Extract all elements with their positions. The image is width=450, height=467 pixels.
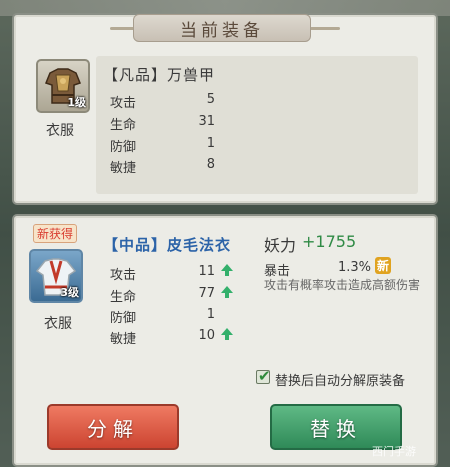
current-equipment-title: 当前装备 [133, 14, 311, 42]
new-item-icon[interactable]: 3级 [29, 249, 83, 303]
power-label: 妖力 [264, 236, 297, 255]
new-stat-value: 77 [198, 286, 215, 301]
new-stat-value: 1 [206, 307, 215, 322]
current-stat-value: 8 [206, 157, 215, 172]
title-ornament-right [310, 27, 340, 30]
crit-description: 攻击有概率攻击造成高额伤害 [264, 278, 421, 292]
new-stat-label: 攻击 [110, 268, 137, 283]
new-item-level: 3级 [60, 286, 79, 299]
current-stat-label: 敏捷 [110, 161, 137, 176]
up-arrow-icon [221, 286, 233, 293]
current-item-icon[interactable]: 1级 [36, 59, 90, 113]
current-stat-value: 31 [198, 114, 215, 129]
up-arrow-icon [221, 264, 233, 271]
up-arrow-stem [225, 335, 229, 340]
crit-value: 1.3% [338, 260, 372, 275]
up-arrow-stem [225, 271, 229, 276]
new-stat-label: 敏捷 [110, 332, 137, 347]
new-tag: 新 [375, 257, 392, 274]
up-arrow-stem [225, 293, 229, 298]
up-arrow-icon [221, 328, 233, 335]
new-stat-label: 生命 [110, 290, 137, 305]
current-stat-label: 攻击 [110, 96, 137, 111]
new-stat-value: 11 [198, 264, 215, 279]
current-stat-label: 防御 [110, 140, 137, 155]
new-slot-label: 衣服 [44, 316, 72, 332]
watermark: 西门手游 [372, 445, 416, 458]
checkmark-icon: ✔ [258, 367, 271, 385]
auto-decompose-label[interactable]: 替换后自动分解原装备 [275, 370, 405, 389]
power-value: +1755 [302, 232, 357, 251]
new-stat-value: 10 [198, 328, 215, 343]
current-stat-value: 1 [206, 136, 215, 151]
current-stat-value: 5 [206, 92, 215, 107]
current-stat-label: 生命 [110, 118, 137, 133]
decompose-button[interactable]: 分解 [47, 404, 179, 450]
new-badge: 新获得 [33, 224, 78, 243]
new-item-name: 【中品】皮毛法衣 [103, 236, 232, 254]
current-item-level: 1级 [67, 96, 86, 109]
new-stat-label: 防御 [110, 311, 137, 326]
current-slot-label: 衣服 [46, 123, 74, 139]
current-item-name: 【凡品】万兽甲 [103, 66, 216, 84]
